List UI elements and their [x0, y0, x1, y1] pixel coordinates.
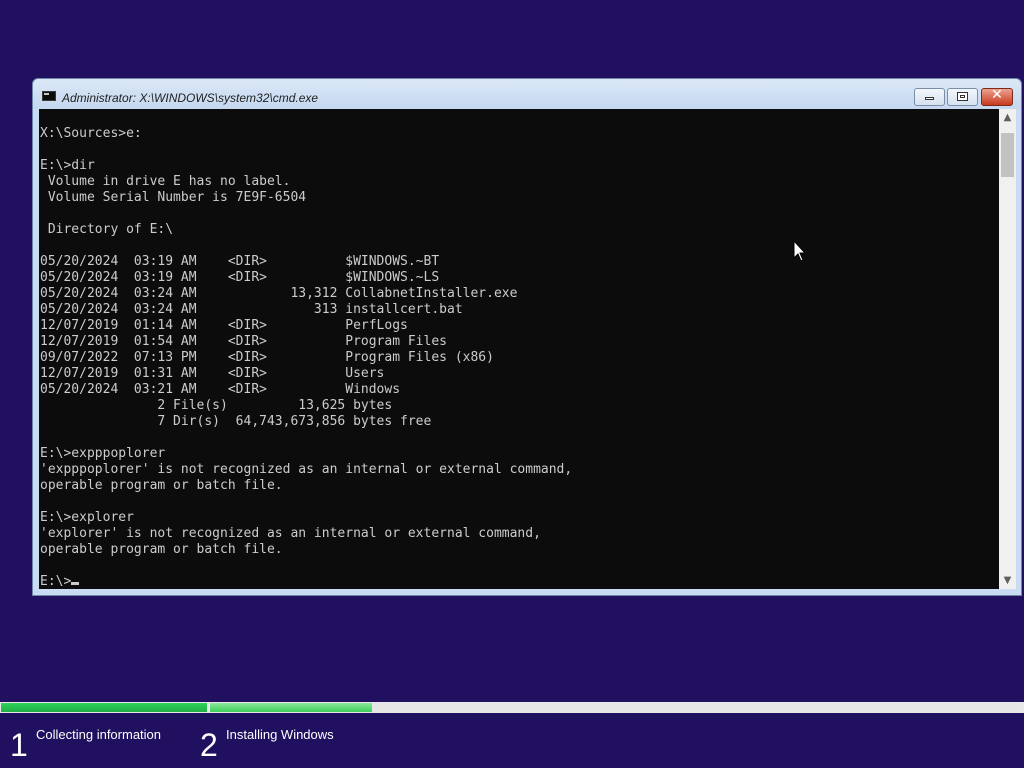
console-text: X:\Sources>e: E:\>dir Volume in drive E …: [40, 126, 572, 589]
console-line: operable program or batch file.: [40, 478, 283, 493]
minimize-button[interactable]: [914, 88, 945, 106]
maximize-icon: [957, 92, 968, 101]
console-line: 05/20/2024 03:19 AM <DIR> $WINDOWS.~BT: [40, 254, 440, 269]
maximize-button[interactable]: [947, 88, 978, 106]
progress-segment-collecting: [1, 703, 207, 712]
console-line: Directory of E:\: [47, 222, 174, 237]
console-line: 7 Dir(s) 64,743,673,856 bytes free: [157, 414, 432, 429]
console-history: X:\Sources>e: E:\>dir Volume in drive E …: [40, 126, 572, 557]
console-line: E:\>dir: [40, 158, 95, 173]
console-line: 'expppoplorer' is not recognized as an i…: [40, 462, 573, 477]
console-line: 05/20/2024 03:24 AM 13,312 CollabnetInst…: [40, 286, 518, 301]
scroll-down-icon[interactable]: ▼: [999, 572, 1016, 589]
mouse-pointer-icon: [793, 240, 807, 262]
cmd-window[interactable]: Administrator: X:\WINDOWS\system32\cmd.e…: [32, 78, 1022, 596]
progress-segment-installing: [210, 703, 1020, 712]
step-label: Collecting information: [36, 727, 162, 742]
scroll-thumb[interactable]: [1001, 133, 1014, 177]
console-line: 09/07/2022 07:13 PM <DIR> Program Files …: [40, 350, 494, 365]
console-line: X:\Sources>e:: [40, 126, 142, 141]
progress-fill-installing: [210, 703, 372, 712]
console-line: Volume in drive E has no label.: [47, 174, 291, 189]
console-line: 12/07/2019 01:14 AM <DIR> PerfLogs: [40, 318, 408, 333]
console-line: 05/20/2024 03:19 AM <DIR> $WINDOWS.~LS: [40, 270, 440, 285]
console-line: operable program or batch file.: [40, 542, 283, 557]
scroll-up-icon[interactable]: ▲: [999, 109, 1016, 126]
step-number: 2: [200, 727, 218, 763]
minimize-icon: [925, 97, 934, 100]
close-icon: ✕: [991, 87, 1003, 103]
command-prompt: E:\>: [40, 574, 72, 589]
window-title: Administrator: X:\WINDOWS\system32\cmd.e…: [62, 91, 319, 105]
console-line: 12/07/2019 01:31 AM <DIR> Users: [40, 366, 385, 381]
progress-fill-collecting: [1, 703, 207, 712]
console-line: 05/20/2024 03:21 AM <DIR> Windows: [40, 382, 401, 397]
console-line: 2 File(s) 13,625 bytes: [157, 398, 393, 413]
console-line: E:\>expppoplorer: [40, 446, 166, 461]
console-line: 05/20/2024 03:24 AM 313 installcert.bat: [40, 302, 463, 317]
console-line: 12/07/2019 01:54 AM <DIR> Program Files: [40, 334, 447, 349]
step-label: Installing Windows: [226, 727, 334, 742]
vertical-scrollbar[interactable]: ▲ ▼: [999, 109, 1016, 589]
console-output[interactable]: X:\Sources>e: E:\>dir Volume in drive E …: [39, 109, 999, 589]
console-line: Volume Serial Number is 7E9F-6504: [47, 190, 307, 205]
console-line: 'explorer' is not recognized as an inter…: [40, 526, 541, 541]
console-line: E:\>explorer: [40, 510, 134, 525]
console-icon[interactable]: [42, 91, 56, 101]
text-cursor: [71, 582, 80, 585]
close-button[interactable]: ✕: [981, 87, 1013, 106]
titlebar[interactable]: Administrator: X:\WINDOWS\system32\cmd.e…: [33, 79, 1021, 109]
step-number: 1: [10, 727, 28, 763]
